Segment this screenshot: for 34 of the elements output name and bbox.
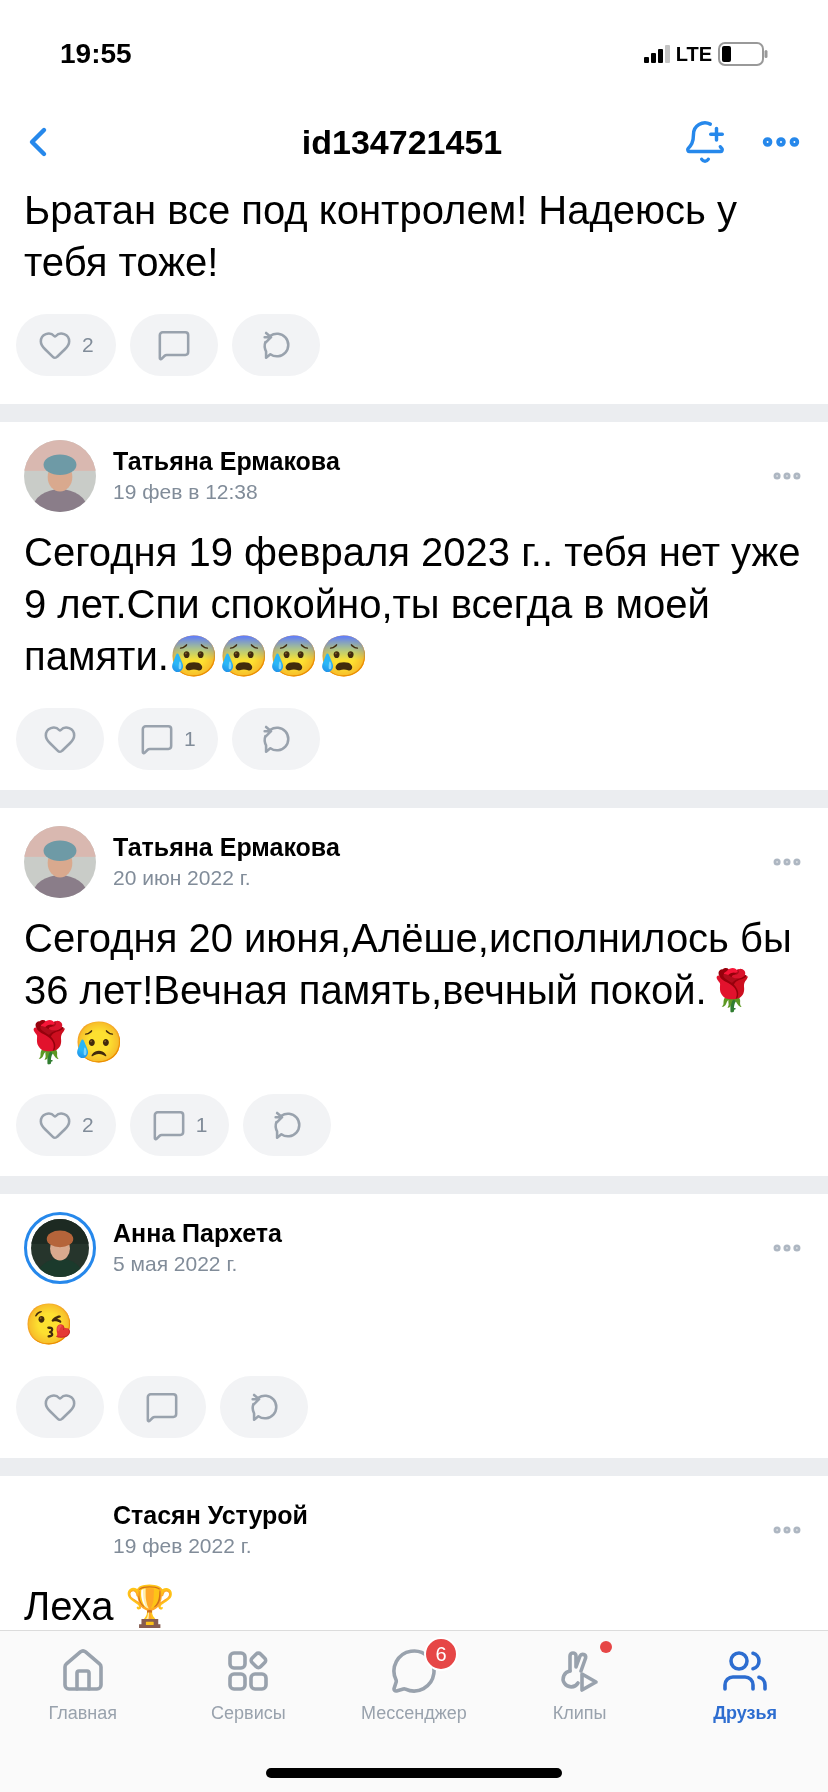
tab[interactable]: Главная [0,1631,166,1725]
tab[interactable]: Клипы [496,1631,663,1725]
author-name[interactable]: Татьяна Ермакова [113,445,770,477]
post-date: 5 мая 2022 г. [113,1251,239,1277]
comment-button[interactable]: 1 [129,1094,230,1156]
post-text: Сегодня 19 февраля 2023 г.. тебя нет уже 9 лет.Спи спокойно,ты всегда в моей памяти.😰😰😰😰 [23,529,802,680]
post-date: 19 фев в 12:38 [113,479,259,505]
like-button[interactable]: 2 [16,314,116,376]
author-name[interactable]: Стасян Устурой [113,1499,770,1531]
tab[interactable]: Друзья [662,1631,828,1725]
speech-bubble-icon [156,328,191,362]
post-text: Ьратан все под контролем! Надеюсь у тебя тоже! [23,187,739,286]
status-time: 19:55 [60,37,132,71]
chat-bubble-icon [390,1647,438,1695]
speech-bubble-icon [151,1108,186,1142]
unread-badge: 6 [424,1637,458,1671]
post-text: 😘 [23,1301,75,1348]
network-type: LTE [675,42,712,67]
speech-bubble-icon [140,722,174,756]
tab[interactable]: 6 Мессенджер [331,1631,497,1725]
post-text: Сегодня 20 июня,Алёше,исполнилось бы 36 лет!Вечная память,вечный покой.🌹🌹😥 [23,915,793,1067]
post-date: 20 июн 2022 г. [113,865,252,891]
speech-bubble-icon [145,1390,179,1424]
post-text: Леха 🏆 [23,1583,176,1630]
author-name[interactable]: Татьяна Ермакова [113,831,770,863]
like-button[interactable]: 2 [16,1094,116,1156]
page-title: id134721451 [300,121,504,163]
battery-icon [718,42,768,66]
signal-icon [643,45,670,63]
post-date: 19 фев 2022 г. [113,1533,253,1559]
story-ring[interactable] [24,1212,96,1284]
comment-button[interactable]: 1 [118,708,218,770]
tab[interactable]: Сервисы [165,1631,332,1725]
author-name[interactable]: Анна Пархета [113,1217,770,1249]
